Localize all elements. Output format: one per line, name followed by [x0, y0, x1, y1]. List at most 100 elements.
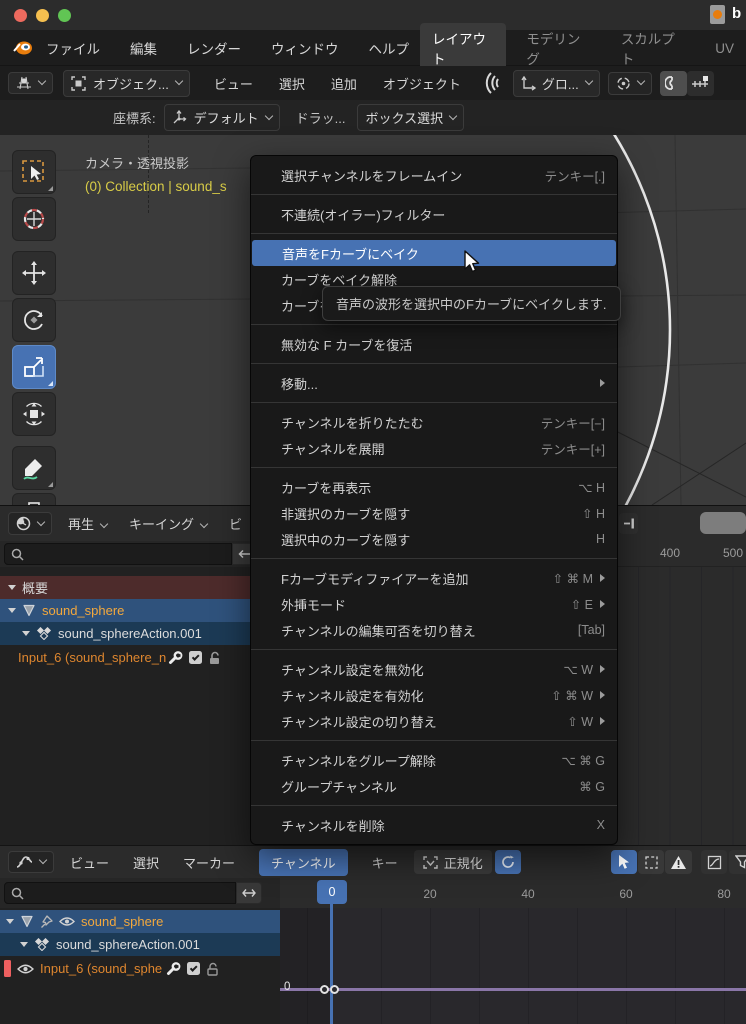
- tool-move[interactable]: [12, 251, 56, 295]
- channel-row-action[interactable]: sound_sphereAction.001: [0, 933, 280, 956]
- expander-triangle-icon[interactable]: [8, 608, 16, 613]
- coordinate-system-dropdown[interactable]: デフォルト: [163, 104, 280, 131]
- viewport-menu-item[interactable]: ビュー: [214, 74, 253, 93]
- box-select-mode-button[interactable]: [638, 850, 664, 874]
- channel-row-action[interactable]: sound_sphereAction.001: [0, 622, 280, 645]
- channel-row-object[interactable]: sound_sphere: [0, 910, 280, 933]
- pivot-point-dropdown[interactable]: [607, 71, 652, 95]
- unlock-icon[interactable]: [208, 651, 221, 665]
- pin-icon[interactable]: [40, 914, 53, 929]
- menu-item[interactable]: 非選択のカーブを隠す ⇧ H: [251, 500, 617, 526]
- app-menu-item[interactable]: ファイル: [46, 38, 100, 58]
- tool-transform[interactable]: [12, 392, 56, 436]
- app-menu-item[interactable]: ヘルプ: [369, 38, 410, 58]
- channel-search-field[interactable]: [4, 882, 236, 904]
- tool-annotate[interactable]: [12, 446, 56, 490]
- menu-item[interactable]: 不連続(オイラー)フィルター: [251, 201, 617, 227]
- playhead-line[interactable]: [330, 904, 333, 1024]
- menu-item[interactable]: カーブを再表示 ⌥ H: [251, 474, 617, 500]
- menu-item[interactable]: [251, 649, 617, 650]
- menu-item[interactable]: チャンネル設定を有効化 ⇧ ⌘ W: [251, 682, 617, 708]
- menu-item[interactable]: [251, 805, 617, 806]
- header-scrollbar[interactable]: [700, 512, 746, 534]
- menu-item[interactable]: [251, 402, 617, 403]
- snap-target-button[interactable]: [686, 70, 714, 96]
- menu-item[interactable]: チャンネルを展開 テンキー[+]: [251, 435, 617, 461]
- graph-editor-menu-item[interactable]: マーカー: [183, 853, 235, 872]
- expander-triangle-icon[interactable]: [8, 585, 16, 590]
- mode-dropdown[interactable]: オブジェク...: [63, 69, 190, 97]
- menu-item[interactable]: 音声をFカーブにベイク: [252, 240, 616, 266]
- menu-item[interactable]: [251, 233, 617, 234]
- expander-triangle-icon[interactable]: [6, 919, 14, 924]
- select-cursor-toggle[interactable]: [611, 850, 637, 874]
- editor-type-button[interactable]: [8, 72, 53, 94]
- dope-sheet-menu-item[interactable]: ビ: [229, 514, 242, 533]
- filter-button[interactable]: [729, 850, 746, 874]
- proportional-editing-icon[interactable]: [475, 72, 499, 94]
- fcurve-line[interactable]: [280, 988, 746, 991]
- menu-item[interactable]: 移動...: [251, 370, 617, 396]
- graph-editor-menu-item[interactable]: 選択: [133, 853, 159, 872]
- menu-item[interactable]: [251, 194, 617, 195]
- minimize-window-button[interactable]: [36, 9, 49, 22]
- editor-type-button[interactable]: [8, 851, 54, 873]
- zoom-window-button[interactable]: [58, 9, 71, 22]
- menu-item[interactable]: 選択チャンネルをフレームイン テンキー[.]: [251, 162, 617, 188]
- menu-item[interactable]: [251, 740, 617, 741]
- dope-sheet-menu-item[interactable]: キーイング: [129, 514, 209, 533]
- channel-row-object[interactable]: sound_sphere: [0, 599, 280, 622]
- menu-item[interactable]: チャンネルを削除 X: [251, 812, 617, 838]
- graph-editor-menu-item[interactable]: キー: [372, 853, 398, 872]
- app-menu-item[interactable]: 編集: [130, 38, 157, 58]
- eye-icon[interactable]: [17, 963, 34, 975]
- menu-item[interactable]: チャンネルを折りたたむ テンキー[−]: [251, 409, 617, 435]
- channel-row-summary[interactable]: 概要: [0, 576, 280, 599]
- channel-enable-checkbox[interactable]: [187, 962, 201, 975]
- ghost-curves-button[interactable]: [701, 850, 727, 874]
- graph-curve-area[interactable]: [280, 908, 746, 1024]
- keyframe-point[interactable]: [330, 985, 339, 994]
- close-window-button[interactable]: [14, 9, 27, 22]
- menu-item[interactable]: [251, 558, 617, 559]
- menu-item[interactable]: 無効な F カーブを復活: [251, 331, 617, 357]
- menu-item[interactable]: [251, 467, 617, 468]
- channel-row-fcurve[interactable]: Input_6 (sound_sphe: [0, 956, 280, 981]
- menu-item[interactable]: [251, 363, 617, 364]
- channel-enable-checkbox[interactable]: [189, 651, 203, 664]
- menu-item[interactable]: 外挿モード ⇧ E: [251, 591, 617, 617]
- menu-item[interactable]: Fカーブモディファイアーを追加 ⇧ ⌘ M: [251, 565, 617, 591]
- menu-item[interactable]: [251, 324, 617, 325]
- modifier-wrench-icon[interactable]: [168, 650, 183, 665]
- snap-toggle-button[interactable]: [659, 70, 687, 96]
- menu-item[interactable]: チャンネルの編集可否を切り替え [Tab]: [251, 617, 617, 643]
- playhead-frame-indicator[interactable]: 0: [317, 880, 347, 904]
- expander-triangle-icon[interactable]: [22, 631, 30, 636]
- transform-orientation-dropdown[interactable]: グロ...: [512, 69, 600, 97]
- keyframe-point[interactable]: [320, 985, 329, 994]
- expander-triangle-icon[interactable]: [20, 942, 28, 947]
- tool-scale[interactable]: [12, 345, 56, 389]
- app-menu-item[interactable]: レンダー: [187, 38, 241, 58]
- menu-item[interactable]: チャンネル設定を無効化 ⌥ W: [251, 656, 617, 682]
- tool-cursor[interactable]: [12, 197, 56, 241]
- tool-rotate[interactable]: [12, 298, 56, 342]
- warning-button[interactable]: [665, 850, 692, 874]
- tool-select-box[interactable]: [12, 150, 56, 194]
- workspace-tab[interactable]: UV: [703, 36, 746, 61]
- tool-measure[interactable]: [12, 493, 56, 505]
- graph-editor-menu-item[interactable]: ビュー: [70, 853, 109, 872]
- jump-to-keyframe-button[interactable]: [619, 513, 638, 534]
- app-menu-item[interactable]: ウィンドウ: [271, 38, 339, 58]
- expand-filter-button[interactable]: [236, 882, 262, 904]
- graph-ruler[interactable]: 20 40 60 80: [280, 878, 746, 908]
- editor-type-button[interactable]: [8, 512, 52, 535]
- menu-item[interactable]: グループチャンネル ⌘ G: [251, 773, 617, 799]
- viewport-menu-item[interactable]: 選択: [279, 74, 305, 93]
- eye-icon[interactable]: [59, 916, 75, 927]
- dope-sheet-menu-item[interactable]: 再生: [68, 514, 109, 533]
- viewport-menu-item[interactable]: オブジェクト: [383, 74, 461, 93]
- channel-row-fcurve[interactable]: Input_6 (sound_sphere_n: [0, 645, 280, 670]
- unlock-icon[interactable]: [206, 962, 219, 976]
- menu-item[interactable]: チャンネル設定の切り替え ⇧ W: [251, 708, 617, 734]
